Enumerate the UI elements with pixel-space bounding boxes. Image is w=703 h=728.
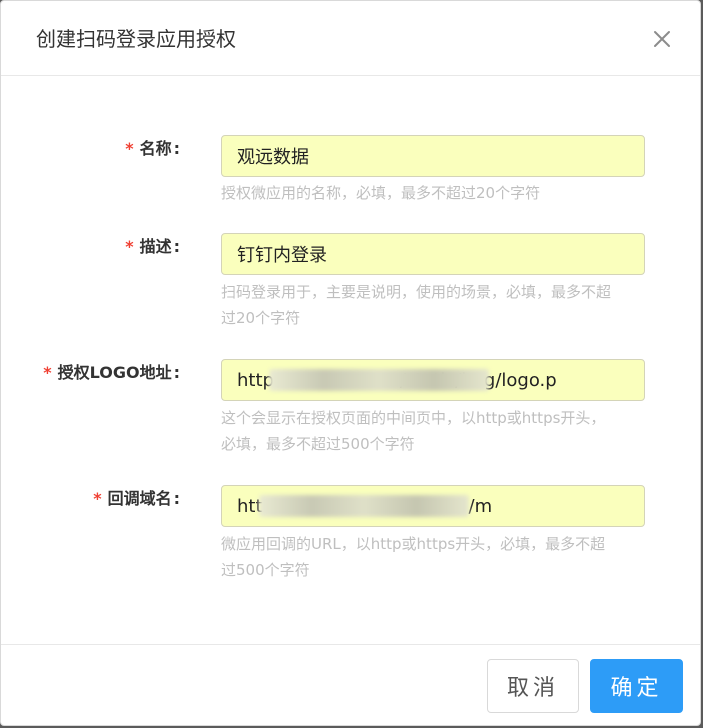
logo-url-hint: 这个会显示在授权页面的中间页中，以http或https开头， 必填，最多不超过5… [221,409,606,453]
confirm-button[interactable]: 确定 [590,659,683,713]
name-hint: 授权微应用的名称，必填，最多不超过20个字符 [221,184,541,202]
logo-url-label: * 授权LOGO地址: [43,363,180,382]
description-input[interactable] [221,233,645,275]
dialog-footer: 取消 确定 [1,644,700,725]
name-label: * 名称: [125,139,180,158]
close-icon[interactable] [650,27,674,51]
callback-domain-label: * 回调域名: [93,489,180,508]
cancel-button[interactable]: 取消 [487,659,579,713]
description-label: * 描述: [125,237,180,256]
dialog-header: 创建扫码登录应用授权 [1,1,700,76]
redacted-blur [259,495,469,517]
redacted-blur [269,369,489,391]
create-scan-login-dialog: 创建扫码登录应用授权 *名称: 授权微应用的名称，必填，最多不超过20个字符 *… [0,0,701,726]
dialog-title: 创建扫码登录应用授权 [36,27,236,51]
callback-domain-hint: 微应用回调的URL，以http或https开头，必填，最多不超 过500个字符 [221,535,606,579]
name-input[interactable] [221,135,645,177]
description-hint: 扫码登录用于，主要是说明，使用的场景，必填，最多不超 过20个字符 [221,283,612,327]
